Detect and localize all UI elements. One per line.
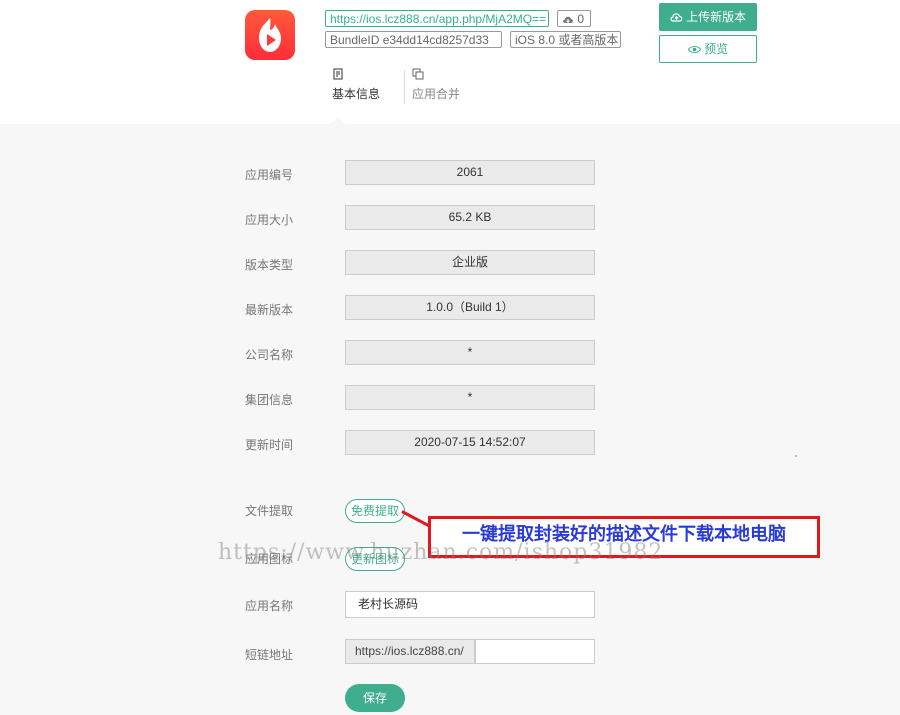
bundle-id: BundleID e34dd14cd8257d33 <box>325 31 502 48</box>
app-url-link[interactable]: https://ios.lcz888.cn/app.php/MjA2MQ== <box>325 10 549 27</box>
document-icon <box>332 68 344 80</box>
download-count-badge: 0 <box>557 10 591 27</box>
short-link-prefix: https://ios.lcz888.cn/ <box>345 639 475 664</box>
annotation-pointer <box>401 510 430 527</box>
short-link-input[interactable] <box>475 639 595 664</box>
group-info-field: * <box>345 385 595 410</box>
eye-icon <box>687 42 704 56</box>
app-size-field: 65.2 KB <box>345 205 595 230</box>
short-link-label: 短链地址 <box>245 648 294 662</box>
company-name-field: * <box>345 340 595 365</box>
version-type-label: 版本类型 <box>245 258 294 272</box>
latest-version-field: 1.0.0（Build 1） <box>345 295 595 320</box>
download-count: 0 <box>577 12 585 26</box>
company-name-label: 公司名称 <box>245 348 294 362</box>
active-tab-indicator <box>330 117 346 124</box>
cloud-download-icon <box>562 12 577 26</box>
latest-version-label: 最新版本 <box>245 303 294 317</box>
min-os-badge: iOS 8.0 或者高版本 <box>510 31 621 48</box>
tab-basic-info[interactable]: 基本信息 <box>332 68 380 102</box>
update-time-label: 更新时间 <box>245 438 294 452</box>
app-id-label: 应用编号 <box>245 168 294 182</box>
upload-label: 上传新版本 <box>686 10 747 24</box>
tab-label: 应用合并 <box>412 87 461 101</box>
app-id-field: 2061 <box>345 160 595 185</box>
divider-dot <box>795 455 797 457</box>
cloud-upload-icon <box>670 10 686 24</box>
group-info-label: 集团信息 <box>245 393 294 407</box>
tab-app-merge[interactable]: 应用合并 <box>412 68 460 102</box>
tab-divider <box>404 70 405 104</box>
update-time-field: 2020-07-15 14:52:07 <box>345 430 595 455</box>
save-button[interactable]: 保存 <box>345 684 405 712</box>
file-extract-label: 文件提取 <box>245 504 294 518</box>
preview-label: 预览 <box>704 42 729 56</box>
app-name-input[interactable]: 老村长源码 <box>345 591 595 618</box>
upload-new-version-button[interactable]: 上传新版本 <box>659 3 757 31</box>
app-icon <box>245 10 295 60</box>
tab-label: 基本信息 <box>332 87 381 101</box>
version-type-field: 企业版 <box>345 250 595 275</box>
app-name-label: 应用名称 <box>245 599 294 613</box>
copy-icon <box>412 68 424 80</box>
app-size-label: 应用大小 <box>245 213 294 227</box>
preview-button[interactable]: 预览 <box>659 35 757 63</box>
free-extract-button[interactable]: 免费提取 <box>345 499 406 523</box>
watermark-text: https://www.huzhan.com/ishop31982 <box>218 540 664 565</box>
